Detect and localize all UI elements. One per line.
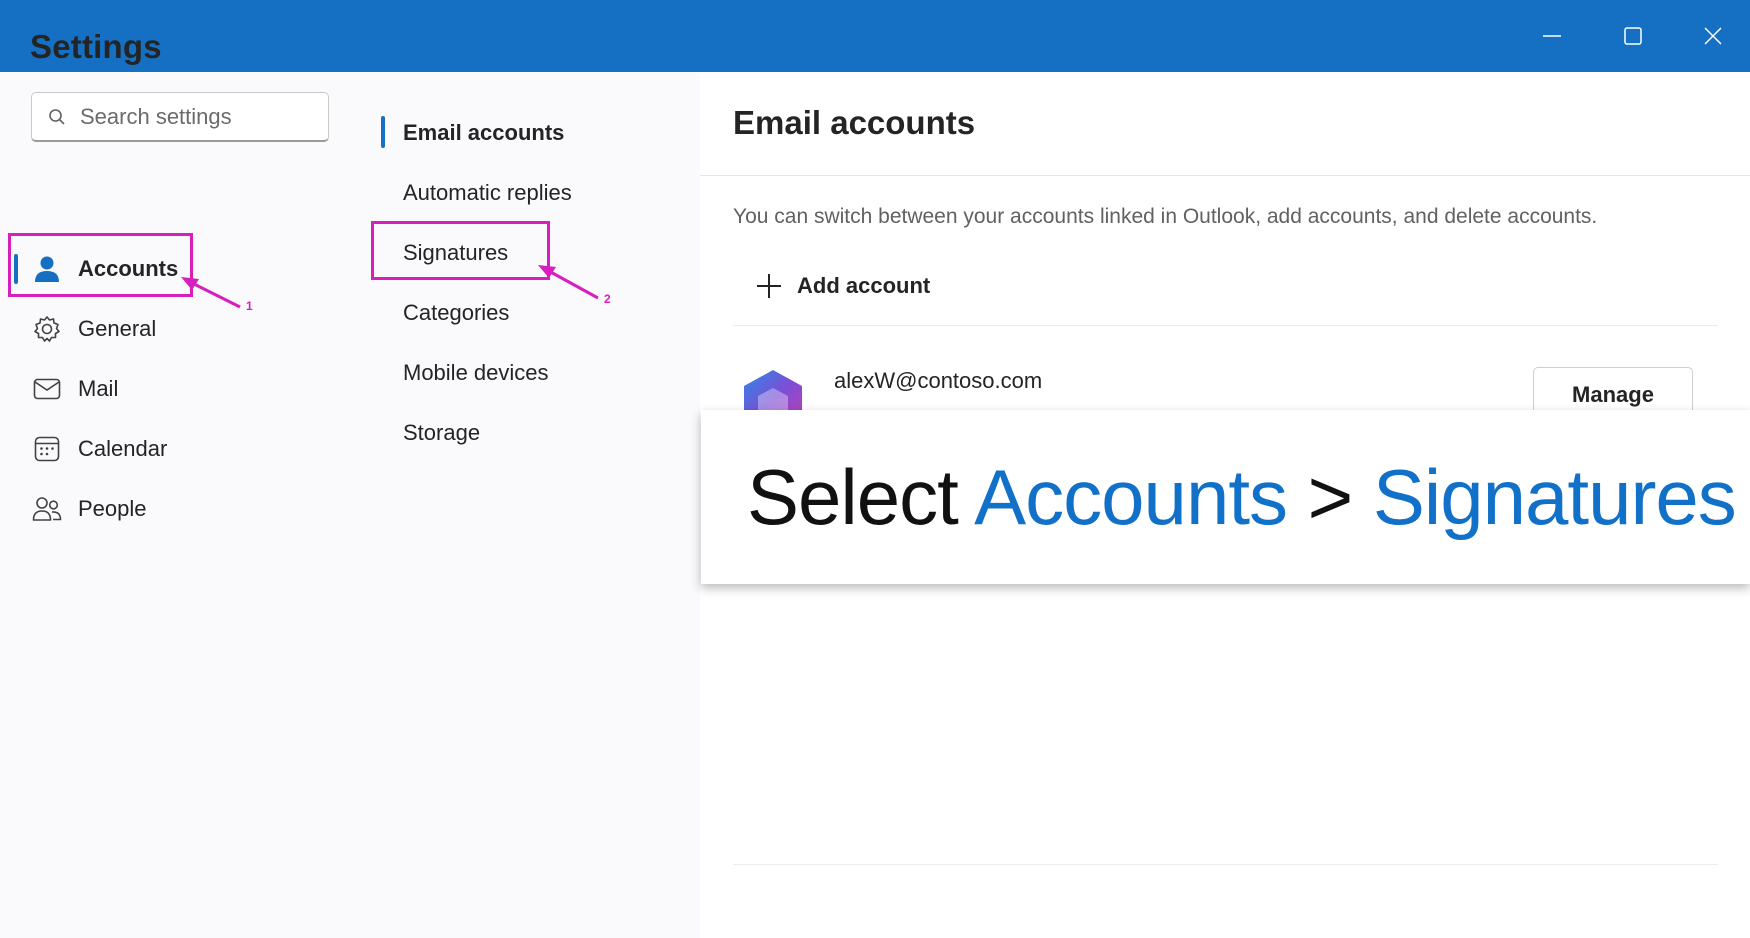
- nav-item-mail[interactable]: Mail: [14, 363, 334, 415]
- subnav-item-email-accounts[interactable]: Email accounts: [373, 109, 703, 157]
- title-bar: [0, 0, 1750, 72]
- caption-prefix: Select: [747, 452, 975, 541]
- caption-text: Select Accounts > Signatures: [747, 452, 1737, 543]
- calendar-icon: [28, 436, 66, 462]
- close-button[interactable]: [1688, 14, 1738, 58]
- add-account-label: Add account: [797, 273, 931, 298]
- subnav-item-storage[interactable]: Storage: [373, 409, 703, 457]
- accounts-highlight-box: [8, 233, 193, 297]
- annotation-number-2: 2: [604, 292, 611, 306]
- settings-title: Settings: [30, 28, 162, 65]
- close-icon: [1704, 27, 1722, 45]
- add-account-button[interactable]: Add account: [755, 272, 930, 300]
- signatures-highlight-box: [371, 221, 550, 280]
- plus-icon: [755, 272, 783, 300]
- nav-item-people[interactable]: People: [14, 483, 334, 535]
- search-box[interactable]: [31, 92, 329, 142]
- nav-item-general[interactable]: General: [14, 303, 334, 355]
- caption-separator: >: [1287, 452, 1373, 541]
- nav-item-label: Mail: [78, 376, 119, 401]
- search-input[interactable]: [78, 102, 302, 131]
- search-icon: [48, 108, 66, 126]
- page-description: You can switch between your accounts lin…: [733, 205, 1598, 228]
- divider: [700, 175, 1750, 176]
- subnav-item-automatic-replies[interactable]: Automatic replies: [373, 169, 703, 217]
- mail-icon: [28, 378, 66, 400]
- page-title: Email accounts: [733, 104, 976, 141]
- nav-item-label: General: [78, 316, 157, 341]
- divider: [733, 325, 1718, 326]
- instruction-caption: Select Accounts > Signatures: [701, 410, 1750, 584]
- annotation-number-1: 1: [246, 299, 253, 313]
- nav-item-label: Calendar: [78, 436, 168, 461]
- minimize-icon: [1543, 35, 1561, 37]
- nav-item-label: People: [78, 496, 147, 521]
- subnav-item-mobile-devices[interactable]: Mobile devices: [373, 349, 703, 397]
- divider: [733, 864, 1718, 865]
- people-icon: [28, 496, 66, 522]
- gear-icon: [28, 315, 66, 343]
- caption-step-accounts: Accounts: [974, 452, 1288, 541]
- caption-step-signatures: Signatures: [1372, 452, 1737, 541]
- subnav-item-categories[interactable]: Categories: [373, 289, 703, 337]
- nav-item-calendar[interactable]: Calendar: [14, 423, 334, 475]
- minimize-button[interactable]: [1527, 14, 1577, 58]
- maximize-button[interactable]: [1608, 14, 1658, 58]
- maximize-icon: [1624, 27, 1642, 45]
- account-email: alexW@contoso.com: [834, 368, 1043, 393]
